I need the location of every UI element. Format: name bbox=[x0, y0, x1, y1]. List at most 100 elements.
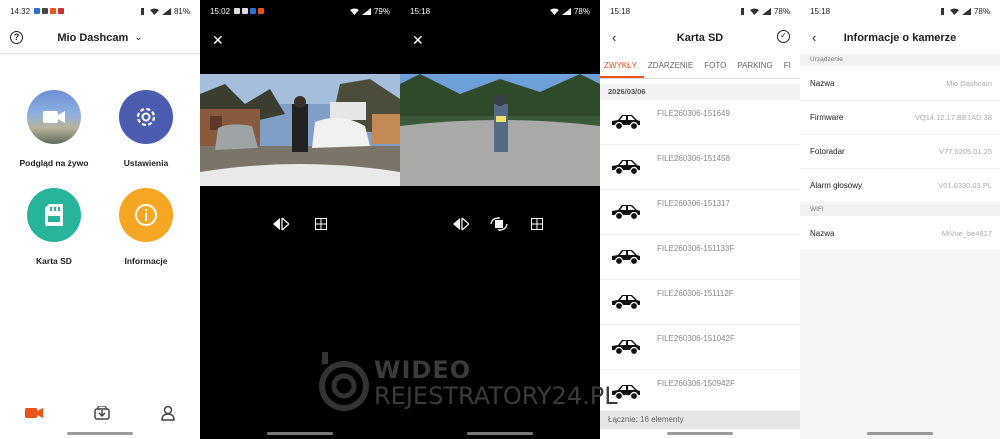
mirror-icon[interactable] bbox=[272, 216, 290, 232]
wifi-icon bbox=[149, 8, 159, 15]
file-name: FILE260306-151649 bbox=[657, 109, 730, 118]
download-icon[interactable] bbox=[94, 406, 110, 420]
tile-info[interactable]: Informacje bbox=[101, 188, 191, 266]
status-bar: 15:18 78% bbox=[400, 0, 600, 22]
info-row: Firmware VQ14.12.17.BE1AD.38 bbox=[800, 101, 1000, 135]
file-name: FILE260306-151458 bbox=[657, 154, 730, 163]
select-check-icon[interactable]: ✓ bbox=[777, 30, 790, 43]
help-icon[interactable]: ? bbox=[10, 31, 23, 44]
signal-icon bbox=[761, 7, 771, 15]
empty-area bbox=[800, 252, 1000, 439]
file-name: FILE260306-151317 bbox=[657, 199, 730, 208]
info-key: Firmware bbox=[810, 113, 844, 122]
tabs-divider bbox=[600, 78, 800, 79]
chevron-down-icon[interactable]: ⌄ bbox=[134, 32, 142, 43]
wifi-icon bbox=[349, 8, 359, 15]
status-right: 79% bbox=[349, 6, 390, 16]
car-icon bbox=[612, 160, 640, 176]
file-row[interactable]: FILE260306-150942F bbox=[600, 371, 800, 411]
app-header: ? Mio Dashcam ⌄ bbox=[0, 22, 200, 54]
info-row: Nazwa Mio Dashcam bbox=[800, 67, 1000, 101]
close-icon[interactable]: ✕ bbox=[412, 32, 424, 49]
file-tabs: ZWYKŁY ZDARZENIE FOTO PARKING FI bbox=[600, 58, 800, 78]
watermark-camera-logo bbox=[319, 352, 369, 411]
status-bar: 15:18 78% bbox=[800, 0, 1000, 22]
close-icon[interactable]: ✕ bbox=[212, 32, 224, 49]
page-title: Informacje o kamerze bbox=[843, 32, 957, 44]
wifi-icon bbox=[949, 8, 959, 15]
home-indicator bbox=[667, 432, 733, 435]
status-time: 15:18 bbox=[410, 6, 431, 16]
status-bar: 15:18 78% bbox=[600, 0, 800, 22]
file-row[interactable]: FILE260306-151133F bbox=[600, 236, 800, 280]
battery-level: 78% bbox=[973, 6, 990, 16]
file-row[interactable]: FILE260306-151317 bbox=[600, 191, 800, 235]
tile-settings[interactable]: Ustawienia bbox=[101, 90, 191, 168]
settings-gear-icon bbox=[119, 90, 173, 144]
tile-sd-card[interactable]: Karta SD bbox=[9, 188, 99, 266]
home-indicator bbox=[267, 432, 333, 435]
grid-icon[interactable] bbox=[528, 216, 546, 232]
tab-parking[interactable]: PARKING bbox=[733, 58, 779, 78]
info-key: Fotoradar bbox=[810, 147, 845, 156]
camera-info-screen: 15:18 78% ‹ Informacje o kamerze Urządze… bbox=[800, 0, 1000, 439]
info-key: Nazwa bbox=[810, 229, 835, 238]
file-row[interactable]: FILE260306-151042F bbox=[600, 326, 800, 370]
status-bar: 14:32 81% bbox=[0, 0, 200, 22]
bottom-nav bbox=[0, 399, 200, 427]
battery-level: 81% bbox=[173, 6, 190, 16]
car-icon bbox=[612, 115, 640, 131]
tile-label: Karta SD bbox=[36, 256, 72, 266]
info-key: Alarm głosowy bbox=[810, 181, 863, 190]
watermark-line2: REJESTRATORY24.PL bbox=[374, 382, 618, 410]
car-icon bbox=[612, 295, 640, 311]
back-arrow-icon[interactable]: ‹ bbox=[812, 30, 816, 45]
rear-camera-feed bbox=[400, 74, 600, 186]
screenshot-strip: 14:32 81% ? Mio Dashcam ⌄ Podgląd na żyw… bbox=[0, 0, 1000, 439]
info-value: MiVue_be4817 bbox=[941, 229, 992, 238]
tile-label: Informacje bbox=[124, 256, 168, 266]
battery-level: 79% bbox=[373, 6, 390, 16]
tile-live-view[interactable]: Podgląd na żywo bbox=[9, 90, 99, 168]
live-view-icon bbox=[27, 90, 81, 144]
tab-photo[interactable]: FOTO bbox=[700, 58, 733, 78]
tile-label: Podgląd na żywo bbox=[19, 158, 89, 168]
rotate-icon[interactable] bbox=[490, 216, 508, 232]
file-row[interactable]: FILE260306-151649 bbox=[600, 101, 800, 145]
tab-event[interactable]: ZDARZENIE bbox=[644, 58, 700, 78]
vibrate-icon bbox=[940, 7, 944, 15]
status-time: 14:32 bbox=[10, 6, 31, 16]
file-count: Łącznie: 16 elementy bbox=[600, 411, 800, 429]
info-row: Fotoradar V77.0205.01.25 bbox=[800, 135, 1000, 169]
battery-level: 78% bbox=[773, 6, 790, 16]
grid-icon[interactable] bbox=[312, 216, 330, 232]
home-indicator bbox=[467, 432, 533, 435]
car-icon bbox=[612, 205, 640, 221]
info-key: Nazwa bbox=[810, 79, 835, 88]
profile-icon[interactable] bbox=[160, 405, 175, 421]
vibrate-icon bbox=[140, 7, 144, 15]
mirror-icon[interactable] bbox=[452, 216, 470, 232]
signal-icon bbox=[361, 7, 371, 15]
status-right: 78% bbox=[549, 7, 590, 16]
page-title: Karta SD bbox=[676, 32, 724, 44]
info-row: Nazwa MiVue_be4817 bbox=[800, 217, 1000, 251]
date-group-header: 2026/03/06 bbox=[600, 84, 800, 100]
signal-icon bbox=[161, 7, 171, 15]
signal-icon bbox=[961, 7, 971, 15]
info-value: Mio Dashcam bbox=[946, 79, 992, 88]
home-indicator bbox=[67, 432, 133, 435]
back-arrow-icon[interactable]: ‹ bbox=[612, 30, 616, 45]
file-row[interactable]: FILE260306-151112F bbox=[600, 281, 800, 325]
car-icon bbox=[612, 250, 640, 266]
live-view-screen: 15:02 79% ✕ bbox=[200, 0, 400, 439]
device-selector[interactable]: Mio Dashcam bbox=[57, 32, 128, 44]
tab-normal[interactable]: ZWYKŁY bbox=[600, 58, 644, 78]
info-header: ‹ Informacje o kamerze bbox=[800, 22, 1000, 54]
camera-icon[interactable] bbox=[25, 407, 44, 419]
tab-overflow[interactable]: FI bbox=[780, 58, 798, 78]
signal-icon bbox=[561, 7, 571, 15]
file-row[interactable]: FILE260306-151458 bbox=[600, 146, 800, 190]
live-controls bbox=[452, 216, 546, 232]
wifi-icon bbox=[549, 8, 559, 15]
